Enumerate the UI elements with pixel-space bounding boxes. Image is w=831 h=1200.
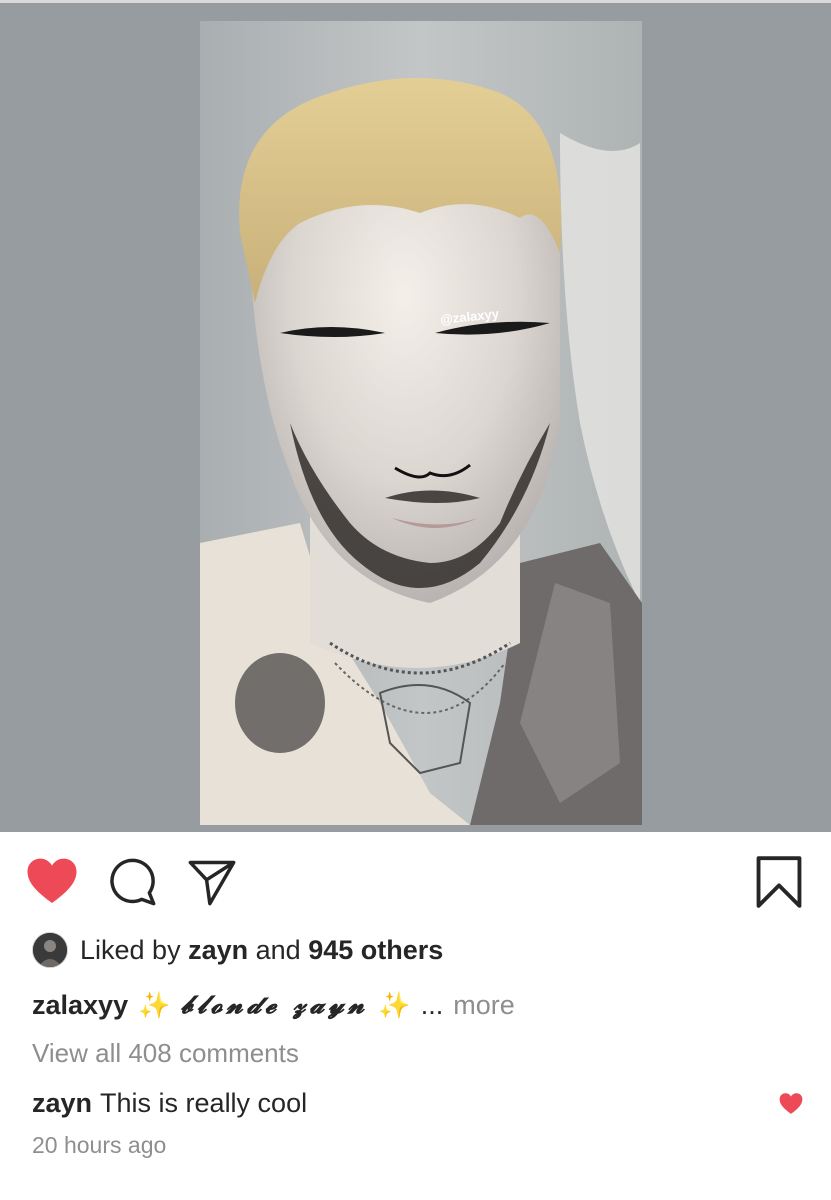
heart-icon <box>779 1093 803 1114</box>
sparkle-emoji: ✨ <box>378 989 411 1020</box>
post-image[interactable]: @zalaxyy <box>0 3 831 832</box>
save-button[interactable] <box>754 854 804 910</box>
like-button[interactable] <box>24 854 80 910</box>
avatar-image <box>33 933 67 967</box>
caption-username[interactable]: zalaxyy <box>32 990 128 1021</box>
comment-button[interactable] <box>106 856 158 908</box>
comment-text: This is really cool <box>100 1087 308 1118</box>
portrait-illustration: @zalaxyy <box>200 21 642 825</box>
view-all-comments-link[interactable]: View all 408 comments <box>32 1038 299 1069</box>
comment-icon <box>110 858 156 906</box>
liker-avatar[interactable] <box>32 932 68 968</box>
bookmark-icon <box>756 856 802 908</box>
liker-username[interactable]: zayn <box>188 935 248 966</box>
caption-ellipsis: ... <box>420 989 444 1020</box>
caption: zalaxyy ✨ 𝓫𝓵𝓸𝓷𝓭𝓮 𝔃𝓪𝔂𝓷 ✨ ... more <box>32 985 515 1025</box>
comment-item: zayn This is really cool <box>32 1085 804 1121</box>
paper-plane-icon <box>188 860 236 906</box>
likes-count[interactable]: 945 others <box>308 935 443 966</box>
caption-more-link[interactable]: more <box>453 990 515 1021</box>
instagram-post: @zalaxyy Liked by zayn and 945 others za… <box>0 0 831 1200</box>
comment-like-button[interactable] <box>778 1091 804 1115</box>
likes-conjunction: and <box>255 934 301 965</box>
likes-prefix: Liked by <box>80 934 181 965</box>
post-timestamp: 20 hours ago <box>32 1132 167 1158</box>
share-button[interactable] <box>186 856 238 908</box>
comment-username[interactable]: zayn <box>32 1088 92 1119</box>
likes-summary[interactable]: Liked by zayn and 945 others <box>32 932 443 968</box>
action-bar <box>0 832 831 932</box>
sparkle-emoji: ✨ <box>138 989 171 1020</box>
heart-icon <box>27 858 77 903</box>
caption-text: 𝓫𝓵𝓸𝓷𝓭𝓮 𝔃𝓪𝔂𝓷 <box>180 990 369 1019</box>
